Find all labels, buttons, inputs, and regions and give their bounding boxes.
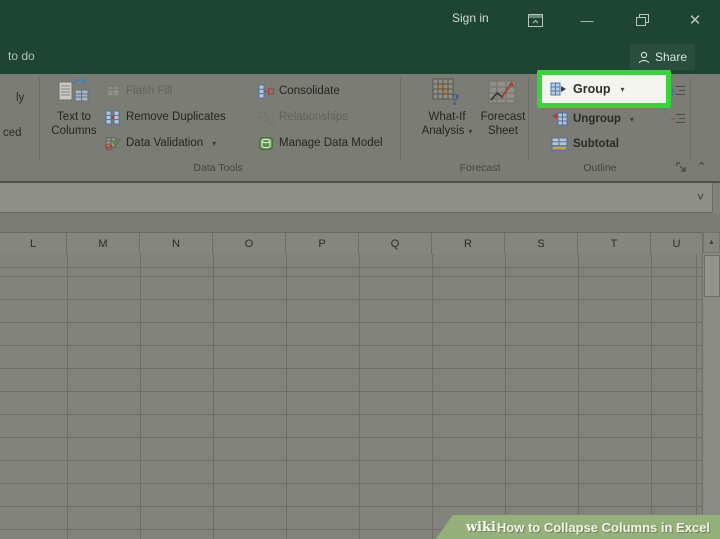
hide-detail-button[interactable] [671,112,686,126]
consolidate-button[interactable]: Consolidate [258,82,340,100]
ribbon-display-options-button[interactable] [522,8,548,32]
close-button[interactable]: ✕ [682,8,708,32]
remove-duplicates-icon [105,110,120,124]
what-if-analysis-button[interactable]: ? What-If Analysis ▾ [416,78,478,139]
data-tools-group-label: Data Tools [193,162,243,174]
ribbon-tab-row: to do Share [0,40,720,74]
group-icon [550,82,566,96]
forecast-sheet-icon [488,80,516,104]
share-button[interactable]: Share [630,44,696,70]
restore-icon [635,14,649,26]
column-header-L[interactable]: L [0,233,67,254]
relationships-icon [258,111,274,123]
group-button-highlight[interactable]: Group ▾ [537,70,671,108]
flash-fill-icon [106,85,120,97]
forecast-sheet-label: Forecast Sheet [480,111,526,137]
data-validation-dropdown-icon[interactable]: ▾ [212,139,216,148]
svg-text:?: ? [451,90,460,106]
text-to-columns-button[interactable]: Text to Columns [46,78,102,138]
remove-duplicates-label: Remove Duplicates [126,111,226,123]
column-header-N[interactable]: N [140,233,213,254]
formula-bar-expand-icon[interactable]: ˅ [697,190,704,204]
ribbon-display-options-icon [527,13,543,27]
formula-bar-spacer [0,213,720,232]
forecast-group-label: Forecast [459,162,501,174]
flash-fill-button: Flash Fill [106,82,172,100]
relationships-label: Relationships [279,111,349,123]
group-label: Group [573,82,611,96]
flash-fill-label: Flash Fill [126,85,173,97]
formula-bar[interactable]: ˅ [0,183,713,213]
vertical-scrollbar[interactable]: ▲ [702,232,720,539]
caption-title: How to Collapse Columns in Excel [496,519,710,535]
text-to-columns-icon [58,78,89,102]
scrollbar-thumb[interactable] [704,255,720,297]
hide-detail-icon [671,114,685,123]
manage-data-model-button[interactable]: Manage Data Model [258,134,383,152]
subtotal-label: Subtotal [573,138,619,150]
forecast-sheet-button[interactable]: Forecast Sheet [478,78,528,138]
ungroup-dropdown-icon[interactable]: ▾ [630,115,634,124]
manage-data-model-label: Manage Data Model [279,137,383,149]
dialog-launcher-icon [676,162,686,172]
remove-duplicates-button[interactable]: Remove Duplicates [105,108,226,126]
ungroup-label: Ungroup [573,113,621,125]
group-separator [528,78,529,160]
ungroup-icon [552,112,568,126]
excel-window: Sign in — ✕ to do Share ly ced Text to C… [0,0,720,539]
column-header-S[interactable]: S [505,233,578,254]
column-header-R[interactable]: R [432,233,505,254]
share-label: Share [655,50,688,64]
what-if-analysis-label: What-If Analysis ▾ [421,111,473,137]
minimize-button[interactable]: — [574,8,600,32]
column-header-M[interactable]: M [67,233,140,254]
tell-me-box-partial[interactable]: to do [8,49,35,63]
scroll-up-button[interactable]: ▲ [703,232,720,253]
what-if-analysis-icon: ? [432,78,460,106]
wikihow-logo-wiki: wiki [465,519,496,535]
subtotal-icon [551,137,568,151]
wikihow-caption-banner: wiki How to Collapse Columns in Excel [435,515,720,539]
outline-group-label: Outline [583,162,617,174]
group-separator [400,78,401,160]
consolidate-label: Consolidate [279,85,340,97]
outline-dialog-launcher-button[interactable] [676,162,687,173]
worksheet-grid[interactable] [0,254,702,539]
reapply-button-partial[interactable]: ly [16,92,24,104]
advanced-button-partial[interactable]: ced [3,127,22,139]
share-person-icon [638,51,650,63]
consolidate-icon [258,84,274,98]
title-bar: Sign in — ✕ [0,0,720,40]
collapse-ribbon-button[interactable]: ⌃ [697,160,706,173]
subtotal-button[interactable]: Subtotal [551,135,619,153]
group-dropdown-icon[interactable]: ▾ [621,85,625,94]
manage-data-model-icon [259,136,273,150]
column-header-T[interactable]: T [578,233,651,254]
show-detail-button[interactable] [671,84,686,98]
group-separator [690,78,691,160]
group-separator [39,78,40,160]
scroll-up-icon: ▲ [708,239,715,246]
sign-in-link[interactable]: Sign in [452,11,489,25]
show-detail-icon [671,86,685,96]
column-header-O[interactable]: O [213,233,286,254]
data-validation-icon [105,137,121,151]
relationships-button: Relationships [258,108,348,126]
column-header-Q[interactable]: Q [359,233,432,254]
data-validation-button[interactable]: Data Validation ▾ [105,134,216,152]
text-to-columns-label: Text to Columns [51,111,97,137]
column-headers: L M N O P Q R S T U [0,232,702,255]
what-if-dropdown-icon: ▾ [468,127,473,136]
restore-button[interactable] [629,8,655,32]
column-header-U[interactable]: U [651,233,702,254]
column-header-P[interactable]: P [286,233,359,254]
ungroup-button[interactable]: Ungroup ▾ [551,110,634,128]
data-validation-label: Data Validation [126,137,204,149]
